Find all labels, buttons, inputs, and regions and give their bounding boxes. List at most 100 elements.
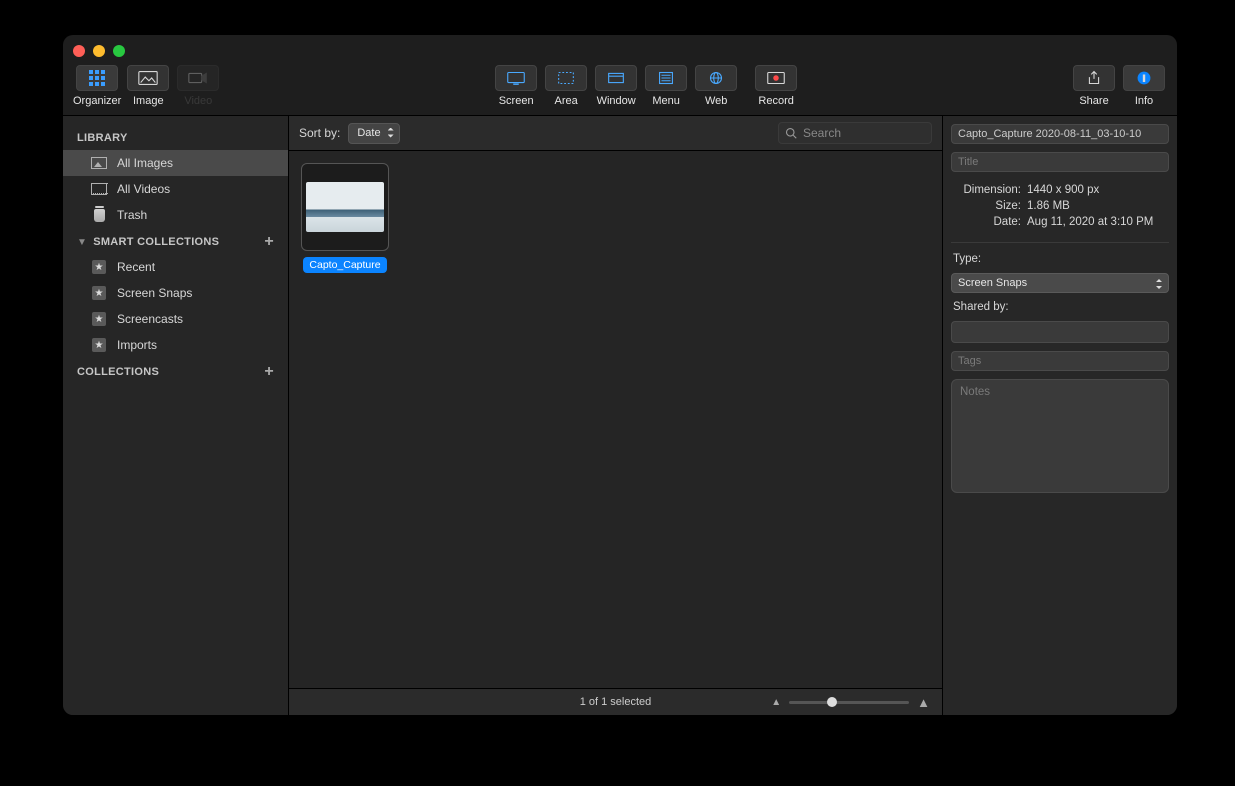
zoom-control: ▲ ▲	[771, 695, 930, 710]
organizer-tab[interactable]: Organizer	[73, 65, 121, 107]
status-bar: 1 of 1 selected ▲ ▲	[289, 688, 942, 715]
star-icon: ★	[91, 312, 107, 326]
collections-label: COLLECTIONS	[77, 366, 159, 378]
type-value: Screen Snaps	[958, 277, 1027, 289]
sidebar-item-all-videos[interactable]: All Videos	[63, 176, 288, 202]
thumbnail-item[interactable]: Capto_Capture	[301, 163, 389, 273]
trash-icon	[91, 208, 107, 222]
screen-capture-button[interactable]: Screen	[493, 65, 539, 107]
menu-capture-label: Menu	[652, 95, 680, 107]
smart-collections-label: SMART COLLECTIONS	[93, 236, 219, 248]
share-icon	[1083, 69, 1105, 87]
notes-field[interactable]: Notes	[951, 379, 1169, 493]
screen-capture-label: Screen	[499, 95, 534, 107]
star-icon: ★	[91, 338, 107, 352]
sharedby-label: Shared by:	[951, 301, 1169, 313]
library-header-label: LIBRARY	[77, 132, 128, 144]
tags-field[interactable]: Tags	[951, 351, 1169, 371]
share-label: Share	[1079, 95, 1108, 107]
smart-collections-header: ▼SMART COLLECTIONS +	[63, 228, 288, 254]
thumbnail-frame	[301, 163, 389, 251]
sort-by-value: Date	[357, 127, 380, 139]
web-icon	[705, 69, 727, 87]
separator	[951, 242, 1169, 243]
image-icon	[137, 69, 159, 87]
filename-field[interactable]: Capto_Capture 2020-08-11_03-10-10	[951, 124, 1169, 144]
area-capture-button[interactable]: Area	[543, 65, 589, 107]
library-header: LIBRARY	[63, 124, 288, 150]
star-icon: ★	[91, 260, 107, 274]
date-label: Date:	[953, 216, 1021, 228]
area-capture-label: Area	[555, 95, 578, 107]
web-capture-button[interactable]: Web	[693, 65, 739, 107]
video-icon	[187, 69, 209, 87]
app-window: Organizer Image Video Screen Area	[63, 35, 1177, 715]
add-smart-collection-button[interactable]: +	[264, 237, 274, 247]
record-button[interactable]: Record	[753, 65, 799, 107]
web-capture-label: Web	[705, 95, 727, 107]
zoom-knob[interactable]	[827, 697, 837, 707]
main-toolbar: Sort by: Date Search	[289, 116, 942, 151]
menu-capture-button[interactable]: Menu	[643, 65, 689, 107]
thumbnail-image	[306, 182, 384, 232]
minimize-window-button[interactable]	[93, 45, 105, 57]
zoom-out-icon[interactable]: ▲	[771, 697, 781, 708]
sort-by-select[interactable]: Date	[348, 123, 399, 144]
video-tab: Video	[175, 65, 221, 107]
sidebar-item-label: Imports	[117, 338, 157, 352]
dimension-value: 1440 x 900 px	[1027, 184, 1167, 196]
share-button[interactable]: Share	[1071, 65, 1117, 107]
sidebar-item-label: All Videos	[117, 182, 170, 196]
menu-icon	[655, 69, 677, 87]
sidebar: LIBRARY All Images All Videos Trash ▼SMA…	[63, 116, 289, 715]
type-select[interactable]: Screen Snaps	[951, 273, 1169, 293]
sidebar-item-screen-snaps[interactable]: ★ Screen Snaps	[63, 280, 288, 306]
image-tab-label: Image	[133, 95, 164, 107]
search-placeholder: Search	[803, 126, 841, 140]
thumbnail-grid: Capto_Capture	[289, 151, 942, 688]
metadata-block: Dimension: 1440 x 900 px Size: 1.86 MB D…	[951, 180, 1169, 232]
add-collection-button[interactable]: +	[264, 367, 274, 377]
selection-status: 1 of 1 selected	[580, 696, 652, 708]
sidebar-item-label: Screen Snaps	[117, 286, 192, 300]
toolbar-capture-group: Screen Area Window Menu Web Record	[493, 65, 799, 107]
window-controls	[73, 45, 125, 57]
sidebar-item-screencasts[interactable]: ★ Screencasts	[63, 306, 288, 332]
screen-icon	[505, 69, 527, 87]
organizer-tab-label: Organizer	[73, 95, 121, 107]
area-icon	[555, 69, 577, 87]
zoom-window-button[interactable]	[113, 45, 125, 57]
zoom-in-icon[interactable]: ▲	[917, 695, 930, 710]
sort-by-label: Sort by:	[299, 126, 340, 140]
sidebar-item-trash[interactable]: Trash	[63, 202, 288, 228]
close-window-button[interactable]	[73, 45, 85, 57]
titlebar	[63, 35, 1177, 61]
sidebar-item-imports[interactable]: ★ Imports	[63, 332, 288, 358]
images-icon	[91, 156, 107, 170]
record-icon	[765, 69, 787, 87]
sidebar-item-label: Recent	[117, 260, 155, 274]
search-icon	[785, 127, 797, 139]
size-value: 1.86 MB	[1027, 200, 1167, 212]
sharedby-field[interactable]	[951, 321, 1169, 343]
zoom-slider[interactable]	[789, 701, 909, 704]
videos-icon	[91, 182, 107, 196]
dimension-label: Dimension:	[953, 184, 1021, 196]
toolbar-mode-group: Organizer Image Video	[73, 65, 221, 107]
window-capture-button[interactable]: Window	[593, 65, 639, 107]
type-label: Type:	[951, 253, 1169, 265]
video-tab-label: Video	[184, 95, 212, 107]
search-input[interactable]: Search	[778, 122, 932, 144]
sidebar-item-label: All Images	[117, 156, 173, 170]
thumbnail-filename[interactable]: Capto_Capture	[303, 257, 386, 273]
date-value: Aug 11, 2020 at 3:10 PM	[1027, 216, 1167, 228]
star-icon: ★	[91, 286, 107, 300]
sidebar-item-recent[interactable]: ★ Recent	[63, 254, 288, 280]
record-label: Record	[758, 95, 793, 107]
size-label: Size:	[953, 200, 1021, 212]
image-tab[interactable]: Image	[125, 65, 171, 107]
info-button[interactable]: i Info	[1121, 65, 1167, 107]
sidebar-item-all-images[interactable]: All Images	[63, 150, 288, 176]
title-field[interactable]: Title	[951, 152, 1169, 172]
info-icon: i	[1133, 69, 1155, 87]
